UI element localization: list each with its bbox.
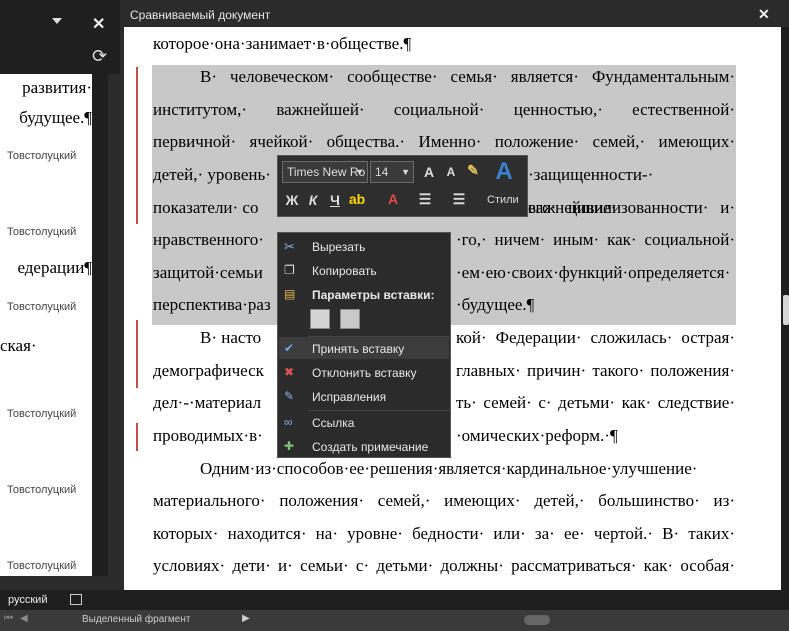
font-name: Times New Ro bbox=[287, 165, 366, 179]
styles-icon[interactable]: A bbox=[492, 158, 516, 186]
paragraph-line: ·будущее.¶ bbox=[456, 295, 535, 314]
paragraph-line: В· насто bbox=[200, 328, 262, 347]
close-icon[interactable]: ✕ bbox=[758, 6, 770, 23]
bullets-icon[interactable]: ☰ bbox=[416, 191, 434, 208]
change-bar bbox=[136, 67, 138, 224]
menu-item-reject-insert[interactable]: Отклонить вставку bbox=[312, 366, 416, 380]
revisions-icon: ✎ bbox=[284, 389, 295, 403]
horizontal-scroll-thumb[interactable] bbox=[524, 615, 550, 625]
font-size: 14 bbox=[375, 165, 389, 179]
window-title: Сравниваемый документ bbox=[130, 8, 271, 22]
menu-separator bbox=[308, 410, 450, 411]
paragraph-line: главных· причин· такого· положения· bbox=[456, 361, 735, 380]
font-name-box[interactable]: Times New Ro ▼ bbox=[282, 161, 368, 183]
compared-document-titlebar: Сравниваемый документ ✕ bbox=[122, 3, 789, 27]
scrollbar-thumb[interactable] bbox=[783, 295, 789, 325]
link-icon: ∞ bbox=[284, 415, 293, 429]
revision-author: Товстолуцкий bbox=[7, 150, 77, 162]
menu-item-link[interactable]: Ссылка bbox=[312, 416, 354, 430]
paragraph-line: В· человеческом· сообществе· семья· явля… bbox=[200, 67, 735, 86]
menu-item-new-comment[interactable]: Создать примечание bbox=[312, 440, 428, 454]
paragraph-line: кой· Федерации· сложилась· острая· bbox=[456, 328, 735, 347]
bold-button[interactable]: Ж bbox=[283, 192, 301, 208]
close-icon[interactable]: ✕ bbox=[92, 14, 105, 34]
underline-button[interactable]: Ч bbox=[326, 192, 344, 208]
revision-author: Товстолуцкий bbox=[7, 560, 77, 572]
paragraph-line: защитой·семьи bbox=[153, 263, 263, 282]
font-color-icon[interactable]: A bbox=[384, 191, 402, 207]
revision-author: Товстолуцкий bbox=[7, 226, 77, 238]
left-line: ская· bbox=[0, 336, 37, 355]
paragraph-line: ·омических·реформ.·¶ bbox=[456, 426, 618, 445]
numbering-icon[interactable]: ☰ bbox=[450, 191, 468, 208]
selection-label: Выделенный фрагмент bbox=[82, 614, 191, 625]
paragraph-line: ·ем·ею·своих·функций·определяется· bbox=[456, 263, 731, 282]
paragraph-line: материального· положения· семей,· имеющи… bbox=[153, 491, 735, 510]
paragraph-line: проводимых·в· bbox=[153, 426, 263, 445]
italic-button[interactable]: К bbox=[304, 192, 322, 208]
left-scrollbar[interactable] bbox=[92, 74, 108, 576]
menu-item-accept-insert[interactable]: Принять вставку bbox=[312, 342, 404, 356]
menu-item-copy[interactable]: Копировать bbox=[312, 264, 377, 278]
paragraph-line: ть· семей· с· детьми· как· следствие· bbox=[456, 393, 735, 412]
paragraph-line: институтом,· важнейшей· социальной· ценн… bbox=[153, 100, 735, 119]
reject-change-icon: ✖ bbox=[284, 365, 295, 379]
paragraph-line: детей,· уровень· bbox=[153, 165, 271, 184]
paragraph-line: ·го,· ничем· иным· как· социальной· bbox=[456, 230, 735, 249]
chevron-down-icon[interactable]: ▼ bbox=[401, 162, 410, 182]
styles-label[interactable]: Стили bbox=[487, 194, 519, 206]
accept-change-icon: ✔ bbox=[284, 341, 295, 355]
refresh-icon[interactable]: ⟳ bbox=[92, 46, 107, 67]
paragraph-line: демографическ bbox=[153, 361, 264, 380]
new-comment-icon: ✚ bbox=[284, 439, 295, 453]
context-menu: ✂ Вырезать ❐ Копировать ▤ Параметры вста… bbox=[277, 232, 451, 458]
nav-first-icon[interactable]: ⏮ bbox=[4, 613, 13, 624]
copy-icon: ❐ bbox=[284, 263, 295, 277]
revision-author: Товстолуцкий bbox=[7, 301, 77, 313]
paste-options-header: Параметры вставки: bbox=[312, 288, 435, 302]
change-bar bbox=[136, 423, 138, 451]
paragraph-line: перспектива·раз bbox=[153, 295, 271, 314]
document-page[interactable]: которое·она·занимает·в·обществе.¶ В· чел… bbox=[124, 27, 781, 590]
paragraph-line: которых· находится· на· уровне· бедности… bbox=[153, 524, 735, 543]
paragraph-line: условиях· дети· и· семьи· с· детьми· дол… bbox=[153, 556, 735, 575]
menu-item-cut[interactable]: Вырезать bbox=[312, 240, 365, 254]
paste-keep-format-icon[interactable] bbox=[310, 309, 330, 329]
paragraph-line: дел·-·материал bbox=[153, 393, 262, 412]
left-line: развития· bbox=[22, 78, 92, 97]
cut-icon: ✂ bbox=[284, 239, 295, 254]
status-bar: русский bbox=[0, 590, 789, 610]
paragraph-line: нравственного· bbox=[153, 230, 264, 249]
change-bar bbox=[136, 320, 138, 388]
language-indicator[interactable]: русский bbox=[8, 594, 47, 606]
menu-item-revisions[interactable]: Исправления bbox=[312, 390, 386, 404]
paragraph-line: его· цивилизованности· и· bbox=[528, 198, 735, 217]
nav-next-icon[interactable]: ▶ bbox=[242, 613, 250, 624]
paragraph-line: показатели· со bbox=[153, 198, 259, 217]
left-pane-header: ✕ ⟳ bbox=[0, 0, 120, 74]
shrink-font-icon[interactable]: A bbox=[442, 165, 460, 179]
format-painter-icon[interactable]: ✎ bbox=[464, 162, 482, 179]
document-stats-icon[interactable] bbox=[70, 594, 82, 605]
paste-text-only-icon[interactable] bbox=[340, 309, 360, 329]
grow-font-icon[interactable]: A bbox=[420, 164, 438, 180]
nav-prev-icon[interactable]: ◀ bbox=[20, 613, 28, 624]
revision-author: Товстолуцкий bbox=[7, 484, 77, 496]
paragraph-line: первичной· ячейкой· общества.· Именно· п… bbox=[153, 132, 735, 151]
revision-author: Товстолуцкий bbox=[7, 408, 77, 420]
paragraph-line: которое·она·занимает·в·обществе.¶ bbox=[153, 34, 412, 53]
chevron-down-icon[interactable]: ▼ bbox=[355, 162, 364, 182]
font-size-box[interactable]: 14 ▼ bbox=[370, 161, 414, 183]
bottom-bar: ⏮ ◀ Выделенный фрагмент ▶ bbox=[0, 610, 789, 631]
paste-icon: ▤ bbox=[284, 287, 296, 301]
left-line: едерации¶ bbox=[17, 258, 92, 277]
left-line: будущее.¶ bbox=[19, 108, 92, 127]
mini-toolbar: Times New Ro ▼ 14 ▼ A A ✎ A Стили Ж К Ч … bbox=[277, 155, 528, 217]
dropdown-icon[interactable] bbox=[52, 18, 62, 24]
highlight-icon[interactable]: ab bbox=[348, 191, 366, 207]
